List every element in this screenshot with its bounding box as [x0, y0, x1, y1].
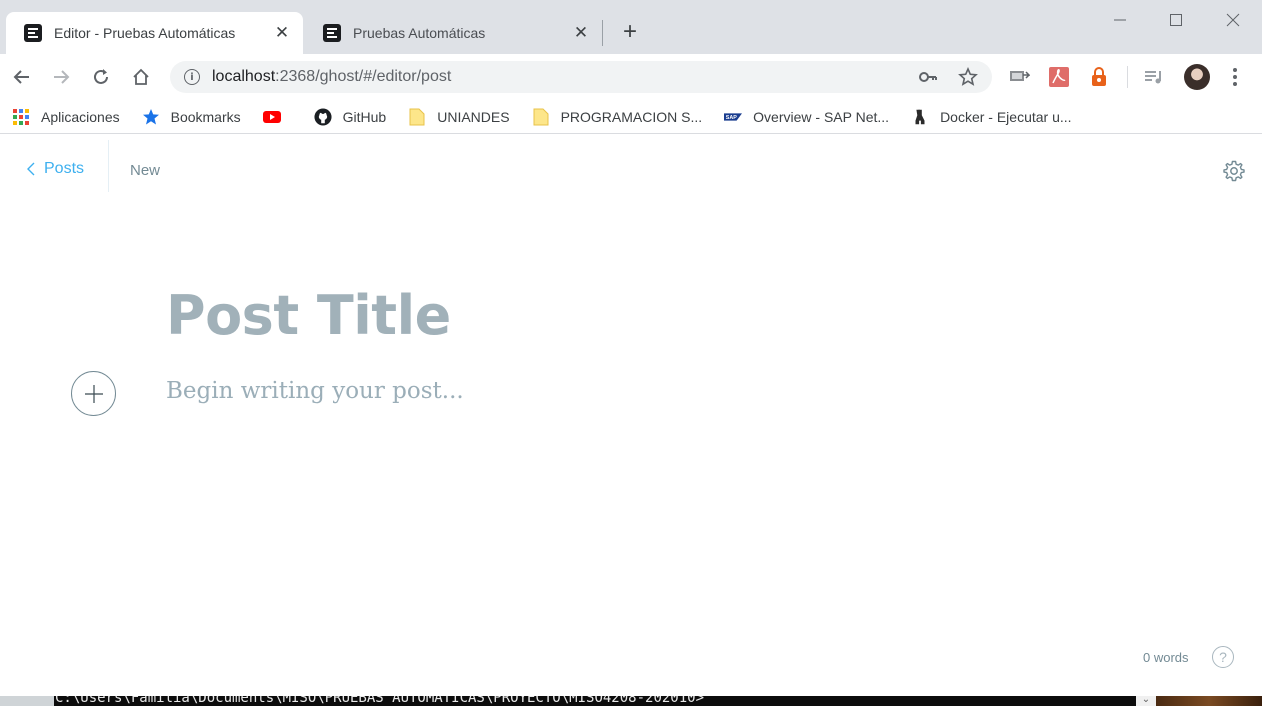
new-tab-button[interactable]: +	[618, 20, 642, 44]
bookmark-sap[interactable]: SAP Overview - SAP Net...	[724, 108, 889, 126]
bookmark-docker[interactable]: Docker - Ejecutar u...	[911, 108, 1072, 126]
tab-title: Pruebas Automáticas	[353, 25, 486, 41]
close-tab-icon[interactable]: ✕	[572, 23, 590, 42]
address-bar[interactable]: i localhost:2368/ghost/#/editor/post	[170, 61, 992, 93]
terminal-prompt: C:\Users\Familia\Documents\MISO\PRUEBAS …	[55, 696, 705, 706]
tab-pruebas[interactable]: Pruebas Automáticas ✕	[305, 12, 602, 54]
tab-title: Editor - Pruebas Automáticas	[54, 25, 236, 41]
bookmark-label: Docker - Ejecutar u...	[940, 108, 1072, 125]
bookmarks-bar: Aplicaciones Bookmarks GitHub UNIANDES P…	[0, 100, 1262, 134]
url-path: :2368/ghost/#/editor/post	[275, 68, 452, 85]
youtube-icon	[262, 108, 281, 126]
sap-icon: SAP	[724, 108, 743, 126]
bookmark-bookmarks[interactable]: Bookmarks	[142, 108, 241, 126]
lock-extension-icon[interactable]	[1088, 66, 1110, 88]
add-card-button[interactable]	[71, 371, 116, 416]
url-host: localhost	[212, 68, 276, 85]
tab-separator	[602, 20, 603, 46]
folder-icon	[532, 108, 550, 126]
ghost-favicon-icon	[24, 24, 42, 42]
bookmark-uniandes[interactable]: UNIANDES	[408, 108, 510, 126]
desktop-background	[1156, 696, 1262, 706]
editor-header: Posts New	[0, 140, 1262, 204]
bookmark-aplicaciones[interactable]: Aplicaciones	[12, 108, 120, 126]
bookmark-label: Bookmarks	[170, 108, 241, 125]
home-icon[interactable]	[127, 63, 155, 91]
help-label: ?	[1219, 649, 1227, 665]
folder-icon	[408, 108, 426, 126]
post-body-editor[interactable]: Begin writing your post...	[166, 378, 464, 404]
profile-avatar[interactable]	[1184, 64, 1210, 90]
info-icon[interactable]: i	[184, 69, 200, 85]
reload-icon[interactable]	[87, 63, 115, 91]
svg-text:SAP: SAP	[726, 114, 737, 120]
gear-icon[interactable]	[1222, 159, 1246, 183]
bookmark-label: UNIANDES	[437, 108, 510, 125]
key-icon[interactable]	[918, 67, 938, 87]
bookmark-github[interactable]: GitHub	[314, 107, 387, 126]
bookmark-label: PROGRAMACION S...	[560, 108, 703, 125]
back-to-posts-link[interactable]: Posts	[26, 160, 84, 178]
kebab-menu-icon[interactable]	[1224, 66, 1246, 88]
star-icon	[142, 108, 160, 126]
help-question-icon[interactable]: ?	[1212, 646, 1234, 668]
bookmark-star-icon[interactable]	[958, 67, 978, 87]
plus-icon	[84, 384, 103, 403]
cast-extension-icon[interactable]	[1008, 66, 1030, 88]
browser-tabstrip: Editor - Pruebas Automáticas ✕ Pruebas A…	[0, 0, 1262, 54]
toolbar-divider	[1127, 66, 1128, 88]
taskbar-fragment	[0, 696, 54, 706]
bookmark-programacion[interactable]: PROGRAMACION S...	[532, 108, 703, 126]
tab-editor[interactable]: Editor - Pruebas Automáticas ✕	[6, 12, 303, 54]
close-window-icon[interactable]	[1221, 8, 1245, 32]
github-icon	[314, 107, 332, 126]
maximize-icon[interactable]	[1164, 8, 1188, 32]
bookmark-label: Overview - SAP Net...	[753, 108, 890, 125]
back-arrow-icon[interactable]	[8, 63, 36, 91]
close-tab-icon[interactable]: ✕	[273, 23, 291, 42]
bookmark-label: GitHub	[342, 108, 387, 125]
pdf-extension-icon[interactable]	[1048, 66, 1070, 88]
post-title-input[interactable]: Post Title	[166, 284, 451, 347]
bookmark-youtube[interactable]	[262, 108, 292, 126]
header-divider	[108, 140, 109, 192]
word-count: 0 words	[1143, 650, 1189, 665]
chevron-down-icon[interactable]: ⌄	[1136, 696, 1156, 706]
chevron-left-icon	[27, 162, 35, 176]
terminal-window: C:\Users\Familia\Documents\MISO\PRUEBAS …	[0, 696, 1262, 706]
docker-icon	[911, 108, 929, 126]
apps-grid-icon	[12, 108, 30, 126]
back-label: Posts	[44, 160, 85, 177]
browser-toolbar: i localhost:2368/ghost/#/editor/post	[0, 54, 1262, 100]
post-status-label: New	[130, 162, 161, 179]
forward-arrow-icon[interactable]	[47, 63, 75, 91]
ghost-favicon-icon	[323, 24, 341, 42]
media-queue-icon[interactable]	[1143, 66, 1165, 88]
minimize-icon[interactable]	[1108, 8, 1132, 32]
bookmark-label: Aplicaciones	[41, 108, 120, 125]
